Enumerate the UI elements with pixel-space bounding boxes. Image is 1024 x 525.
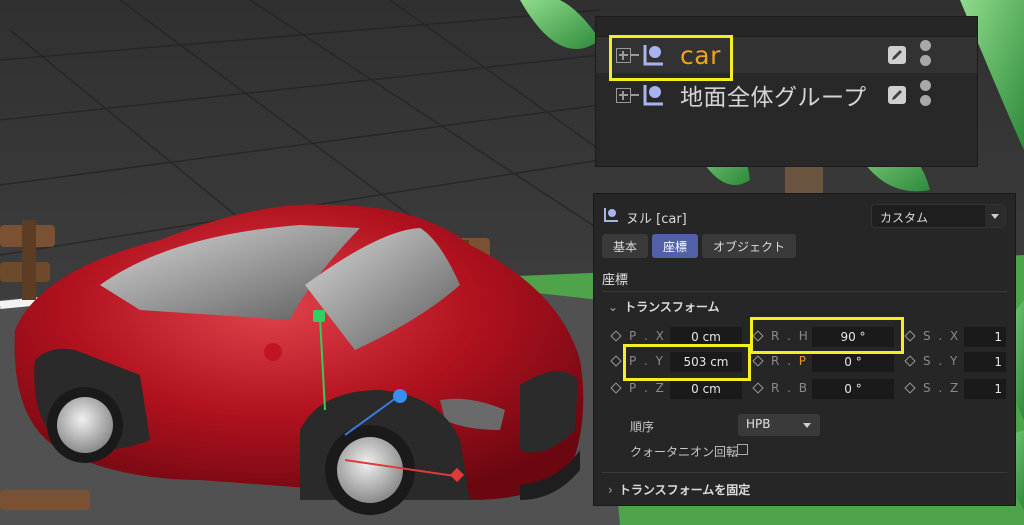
prop-label: R . B xyxy=(771,381,810,395)
attribute-manager-panel: ヌル [car] カスタム 基本 座標 オブジェクト 座標 ⌄ トランスフォーム … xyxy=(593,193,1016,506)
rotation-p-field[interactable]: 0 ° xyxy=(812,352,894,372)
rotation-b-field[interactable]: 0 ° xyxy=(812,379,894,399)
prop-position-x: P . X 0 cm xyxy=(610,327,742,347)
tab-object[interactable]: オブジェクト xyxy=(702,234,797,258)
attribute-title: ヌル [car] xyxy=(626,212,687,227)
object-item-car[interactable]: car xyxy=(596,37,977,73)
prop-scale-y: S . Y 1 xyxy=(904,352,1006,372)
scale-x-field[interactable]: 1 xyxy=(964,327,1006,347)
prop-position-y: P . Y 503 cm xyxy=(610,352,742,372)
keyframe-diamond-icon[interactable] xyxy=(752,382,764,394)
edit-icon[interactable] xyxy=(888,46,906,64)
keyframe-diamond-icon[interactable] xyxy=(610,382,622,394)
prop-label: S . X xyxy=(923,329,961,343)
prop-label: P . Z xyxy=(629,381,666,395)
order-dropdown[interactable]: HPB xyxy=(738,414,820,436)
object-manager-toolbar xyxy=(596,17,977,37)
transform-group-label: トランスフォーム xyxy=(624,300,720,314)
position-z-field[interactable]: 0 cm xyxy=(670,379,742,399)
null-object-icon xyxy=(643,85,663,106)
keyframe-diamond-icon[interactable] xyxy=(904,355,916,367)
prop-label: R . P xyxy=(771,354,809,368)
mode-dropdown[interactable]: カスタム xyxy=(871,204,1006,228)
prop-position-z: P . Z 0 cm xyxy=(610,379,742,399)
prop-label: S . Z xyxy=(923,381,961,395)
position-x-field[interactable]: 0 cm xyxy=(670,327,742,347)
visibility-dots-icon[interactable] xyxy=(920,40,932,70)
chevron-right-icon[interactable]: › xyxy=(608,483,613,497)
freeze-group-header[interactable]: › トランスフォームを固定 xyxy=(608,481,750,498)
edit-icon[interactable] xyxy=(888,86,906,104)
quaternion-label: クォータニオン回転 xyxy=(630,445,739,459)
quaternion-checkbox[interactable] xyxy=(737,444,748,455)
order-label: 順序 xyxy=(630,420,655,434)
prop-label: S . Y xyxy=(923,354,960,368)
freeze-group-label: トランスフォームを固定 xyxy=(618,483,751,497)
prop-scale-z: S . Z 1 xyxy=(904,379,1006,399)
rotation-h-field[interactable]: 90 ° xyxy=(812,327,894,347)
section-title: 座標 xyxy=(602,273,629,288)
object-item-ground-group[interactable]: 地面全体グループ xyxy=(596,77,977,113)
scale-y-field[interactable]: 1 xyxy=(964,352,1006,372)
chevron-down-icon[interactable]: ⌄ xyxy=(608,300,618,314)
object-name[interactable]: 地面全体グループ xyxy=(680,78,867,112)
chevron-down-icon[interactable] xyxy=(985,205,1005,227)
keyframe-diamond-icon[interactable] xyxy=(904,382,916,394)
position-y-field[interactable]: 503 cm xyxy=(670,352,742,372)
prop-rotation-h: R . H 90 ° xyxy=(752,327,894,347)
prop-rotation-p: R . P 0 ° xyxy=(752,352,894,372)
expand-icon[interactable] xyxy=(616,47,631,63)
keyframe-diamond-icon[interactable] xyxy=(610,355,622,367)
prop-label: R . H xyxy=(771,329,810,343)
prop-rotation-b: R . B 0 ° xyxy=(752,379,894,399)
object-name[interactable]: car xyxy=(680,41,721,70)
transform-group-header[interactable]: ⌄ トランスフォーム xyxy=(608,298,719,315)
keyframe-diamond-icon[interactable] xyxy=(752,330,764,342)
keyframe-diamond-icon[interactable] xyxy=(610,330,622,342)
wooden-fence-bottom xyxy=(0,490,90,510)
tab-basic[interactable]: 基本 xyxy=(602,234,649,258)
object-manager-panel: car 地面全体グループ xyxy=(595,16,978,167)
attribute-tabs: 基本 座標 オブジェクト xyxy=(602,234,797,258)
mode-value: カスタム xyxy=(880,211,929,225)
prop-label: P . Y xyxy=(629,354,666,368)
scale-z-field[interactable]: 1 xyxy=(964,379,1006,399)
attribute-header: ヌル [car] カスタム xyxy=(594,204,1015,228)
keyframe-diamond-icon[interactable] xyxy=(904,330,916,342)
prop-label: P . X xyxy=(629,329,666,343)
keyframe-diamond-icon[interactable] xyxy=(752,355,764,367)
prop-scale-x: S . X 1 xyxy=(904,327,1006,347)
null-object-icon xyxy=(604,208,618,222)
visibility-dots-icon[interactable] xyxy=(920,80,932,110)
tab-coordinates[interactable]: 座標 xyxy=(652,234,699,258)
null-object-icon xyxy=(643,45,663,66)
expand-icon[interactable] xyxy=(616,87,631,103)
